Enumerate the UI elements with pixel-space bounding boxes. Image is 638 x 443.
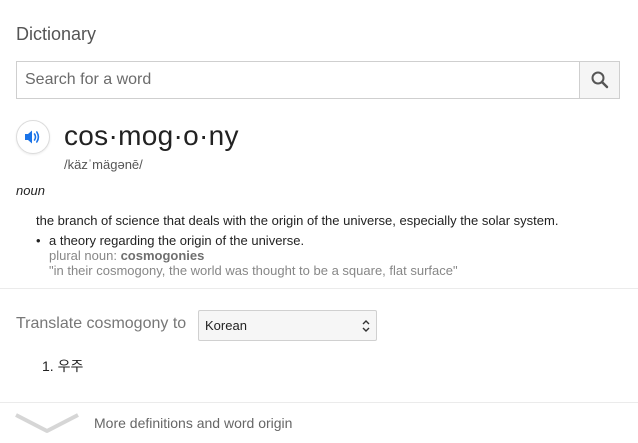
language-select[interactable]: Korean — [198, 310, 377, 341]
language-select-value: Korean — [205, 318, 247, 333]
search-input[interactable] — [17, 62, 579, 98]
translate-label: Translate cosmogony to — [16, 315, 187, 332]
more-definitions-label: More definitions and word origin — [94, 415, 293, 431]
translation-result: 1. 우주 — [42, 358, 84, 374]
plural-form: plural noun: cosmogonies — [49, 248, 204, 263]
usage-example: "in their cosmogony, the world was thoug… — [49, 263, 458, 278]
sense-definition: a theory regarding the origin of the uni… — [49, 233, 305, 248]
more-definitions-link[interactable]: More definitions and word origin — [0, 403, 638, 443]
phonetic-spelling: /käzˈmägənē/ — [64, 157, 143, 172]
part-of-speech: noun — [16, 183, 45, 198]
card-title: Dictionary — [16, 24, 97, 44]
chevron-down-icon — [15, 413, 79, 433]
search-box — [16, 61, 620, 99]
speaker-icon — [25, 130, 40, 144]
headword: cos·mog·o·ny — [64, 120, 239, 151]
primary-definition: the branch of science that deals with th… — [36, 213, 559, 228]
dictionary-card: Dictionary cos·mog·o·ny /käzˈmägənē/ nou… — [0, 0, 638, 443]
plural-label: plural noun: — [49, 248, 117, 263]
select-arrows-icon — [362, 320, 370, 332]
bullet-icon: • — [36, 233, 41, 248]
search-icon — [591, 71, 608, 89]
search-button[interactable] — [579, 62, 619, 98]
section-divider — [0, 288, 638, 289]
pronunciation-button[interactable] — [16, 120, 50, 154]
plural-word: cosmogonies — [120, 248, 205, 263]
